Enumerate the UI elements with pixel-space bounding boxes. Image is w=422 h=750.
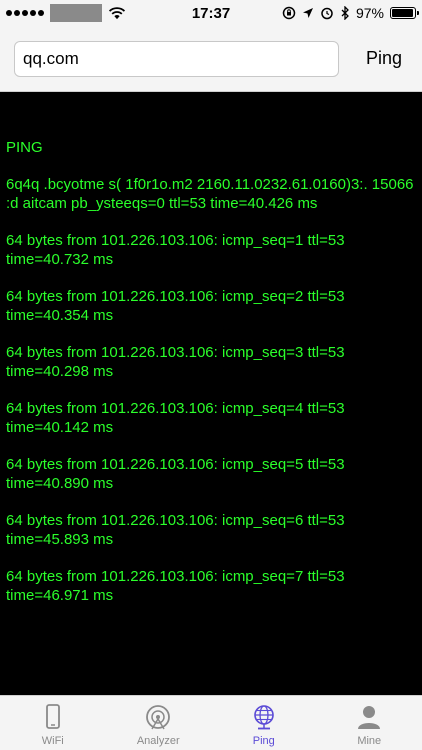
host-input[interactable] [14, 40, 339, 77]
rotation-lock-icon [282, 6, 296, 20]
tab-ping[interactable]: Ping [211, 696, 317, 750]
tab-mine[interactable]: Mine [317, 696, 422, 750]
signal-strength-icon [6, 10, 44, 16]
output-line: 64 bytes from 101.226.103.106: icmp_seq=… [6, 344, 345, 380]
ping-button[interactable]: Ping [360, 42, 408, 75]
person-icon [358, 706, 381, 729]
output-line: 64 bytes from 101.226.103.106: icmp_seq=… [6, 400, 345, 436]
output-line: 64 bytes from 101.226.103.106: icmp_seq=… [6, 568, 345, 604]
tab-label: WiFi [41, 735, 64, 747]
battery-icon [390, 7, 419, 19]
ping-output: PING 6q4q .bcyotme s( 1f0r1o.m2 2160.11.0… [0, 92, 422, 695]
output-line: 64 bytes from 101.226.103.106: icmp_seq=… [6, 456, 345, 492]
tab-analyzer[interactable]: Analyzer [106, 696, 212, 750]
status-bar: 17:37 97% [0, 0, 422, 26]
output-line: 6q4q .bcyotme s( 1f0r1o.m2 2160.11.0232.… [6, 176, 414, 212]
battery-percent: 97% [355, 5, 384, 21]
status-right: 97% [282, 5, 419, 21]
output-line: PING [6, 139, 43, 156]
location-icon [302, 8, 313, 18]
tab-wifi[interactable]: WiFi [0, 696, 106, 750]
carrier-name-redacted [50, 4, 102, 22]
wifi-icon [108, 7, 126, 20]
output-line: 64 bytes from 101.226.103.106: icmp_seq=… [6, 232, 345, 268]
tab-label: Mine [357, 735, 382, 747]
radar-icon [146, 705, 171, 730]
alarm-icon [321, 7, 333, 20]
battery-level [392, 9, 414, 17]
ping-header: Ping [0, 26, 422, 92]
globe-icon [253, 705, 274, 730]
phone-icon [45, 704, 60, 729]
bluetooth-icon [341, 6, 349, 20]
tab-label: Ping [252, 735, 275, 747]
tab-label: Analyzer [136, 735, 180, 747]
tab-bar: WiFi Analyzer Ping Mine [0, 695, 422, 750]
status-left [6, 4, 156, 22]
output-line: 64 bytes from 101.226.103.106: icmp_seq=… [6, 288, 345, 324]
output-line: 64 bytes from 101.226.103.106: icmp_seq=… [6, 512, 345, 548]
